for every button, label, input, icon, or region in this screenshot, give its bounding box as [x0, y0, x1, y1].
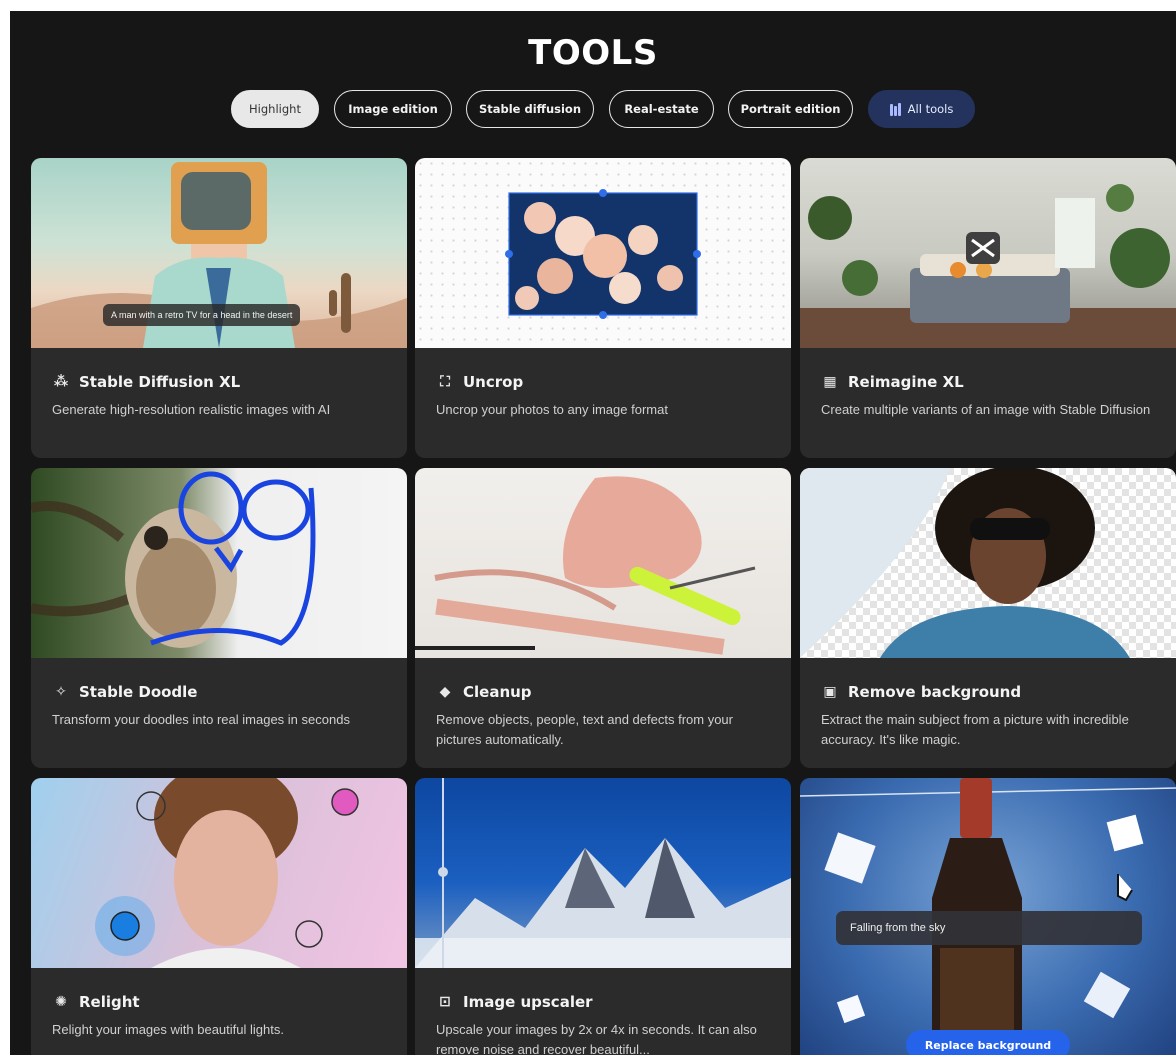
card-description: Transform your doodles into real images …	[52, 712, 350, 727]
card-title-row: ✺ Relight	[52, 993, 140, 1011]
card-remove-background[interactable]: ▣ Remove background Extract the main sub…	[800, 468, 1176, 768]
card-title: Stable Doodle	[79, 683, 198, 701]
prompt-input[interactable]: Falling from the sky	[836, 911, 1142, 945]
card-thumbnail	[415, 468, 791, 658]
filter-portrait-edition[interactable]: Portrait edition	[728, 90, 853, 128]
card-thumbnail	[415, 158, 791, 348]
card-title-row: ▦ Reimagine XL	[821, 373, 964, 391]
card-description: Remove objects, people, text and defects…	[436, 712, 733, 747]
card-title: Cleanup	[463, 683, 532, 701]
mountain-illustration	[415, 778, 791, 968]
crop-expand-icon: ⛶	[440, 374, 450, 390]
card-thumbnail	[800, 468, 1176, 658]
card-relight[interactable]: ✺ Relight Relight your images with beaut…	[31, 778, 407, 1055]
card-description: Create multiple variants of an image wit…	[821, 402, 1151, 417]
card-cleanup[interactable]: ◆ Cleanup Remove objects, people, text a…	[415, 468, 791, 768]
filter-all-tools[interactable]: All tools	[868, 90, 975, 128]
card-title: Stable Diffusion XL	[79, 373, 241, 391]
magic-wand-icon: ✧	[55, 684, 67, 700]
card-thumbnail	[31, 778, 407, 968]
image-sparkle-icon: ⁂	[53, 374, 69, 390]
card-description: Upscale your images by 2x or 4x in secon…	[436, 1022, 757, 1055]
tools-panel: TOOLS Highlight Image edition Stable dif…	[10, 11, 1176, 1055]
card-thumbnail: Falling from the sky Replace background	[800, 778, 1176, 1055]
card-title: Relight	[79, 993, 140, 1011]
card-stable-doodle[interactable]: ✧ Stable Doodle Transform your doodles i…	[31, 468, 407, 768]
filter-bar: Highlight Image edition Stable diffusion…	[10, 90, 1176, 128]
relight-portrait-illustration	[95, 778, 359, 968]
card-description: Generate high-resolution realistic image…	[52, 402, 331, 417]
card-title: Remove background	[848, 683, 1022, 701]
card-description: Relight your images with beautiful light…	[52, 1022, 284, 1037]
bedroom-illustration	[800, 184, 1176, 348]
card-thumbnail: A man with a retro TV for a head in the …	[31, 158, 407, 348]
card-title-row: ⛶ Uncrop	[436, 373, 523, 391]
card-thumbnail	[415, 778, 791, 968]
books-icon	[889, 102, 901, 116]
card-uncrop[interactable]: ⛶ Uncrop Uncrop your photos to any image…	[415, 158, 791, 458]
uncrop-frame-illustration	[505, 189, 701, 319]
filter-highlight[interactable]: Highlight	[231, 90, 319, 128]
card-title: Reimagine XL	[848, 373, 964, 391]
card-reimagine-xl[interactable]: ▦ Reimagine XL Create multiple variants …	[800, 158, 1176, 458]
filter-all-tools-label: All tools	[907, 102, 954, 116]
card-title: Image upscaler	[463, 993, 593, 1011]
card-stable-diffusion-xl[interactable]: A man with a retro TV for a head in the …	[31, 158, 407, 458]
card-thumbnail	[800, 158, 1176, 348]
prompt-caption: A man with a retro TV for a head in the …	[103, 304, 301, 326]
filter-stable-diffusion[interactable]: Stable diffusion	[466, 90, 594, 128]
eraser-icon: ◆	[439, 684, 451, 700]
owl-doodle-illustration	[31, 471, 316, 648]
card-title-row: ⊡ Image upscaler	[436, 993, 593, 1011]
card-replace-background[interactable]: Falling from the sky Replace background	[800, 778, 1176, 1055]
filter-real-estate[interactable]: Real-estate	[609, 90, 714, 128]
card-title-row: ✧ Stable Doodle	[52, 683, 197, 701]
upscale-frame-icon: ⊡	[439, 994, 451, 1010]
card-image-upscaler[interactable]: ⊡ Image upscaler Upscale your images by …	[415, 778, 791, 1055]
image-variants-icon: ▦	[823, 374, 837, 390]
card-description: Extract the main subject from a picture …	[821, 712, 1129, 747]
filter-image-edition[interactable]: Image edition	[334, 90, 452, 128]
card-thumbnail	[31, 468, 407, 658]
card-title: Uncrop	[463, 373, 524, 391]
card-title-row: ▣ Remove background	[821, 683, 1021, 701]
portrait-cutout-illustration	[800, 468, 1130, 658]
replace-background-button[interactable]: Replace background	[906, 1030, 1070, 1055]
light-bulb-icon: ✺	[55, 994, 67, 1010]
card-title-row: ⁂ Stable Diffusion XL	[52, 373, 240, 391]
card-description: Uncrop your photos to any image format	[436, 402, 668, 417]
subject-cutout-icon: ▣	[823, 684, 837, 700]
desk-items-illustration	[415, 476, 756, 655]
page-title: TOOLS	[528, 33, 658, 73]
card-title-row: ◆ Cleanup	[436, 683, 532, 701]
